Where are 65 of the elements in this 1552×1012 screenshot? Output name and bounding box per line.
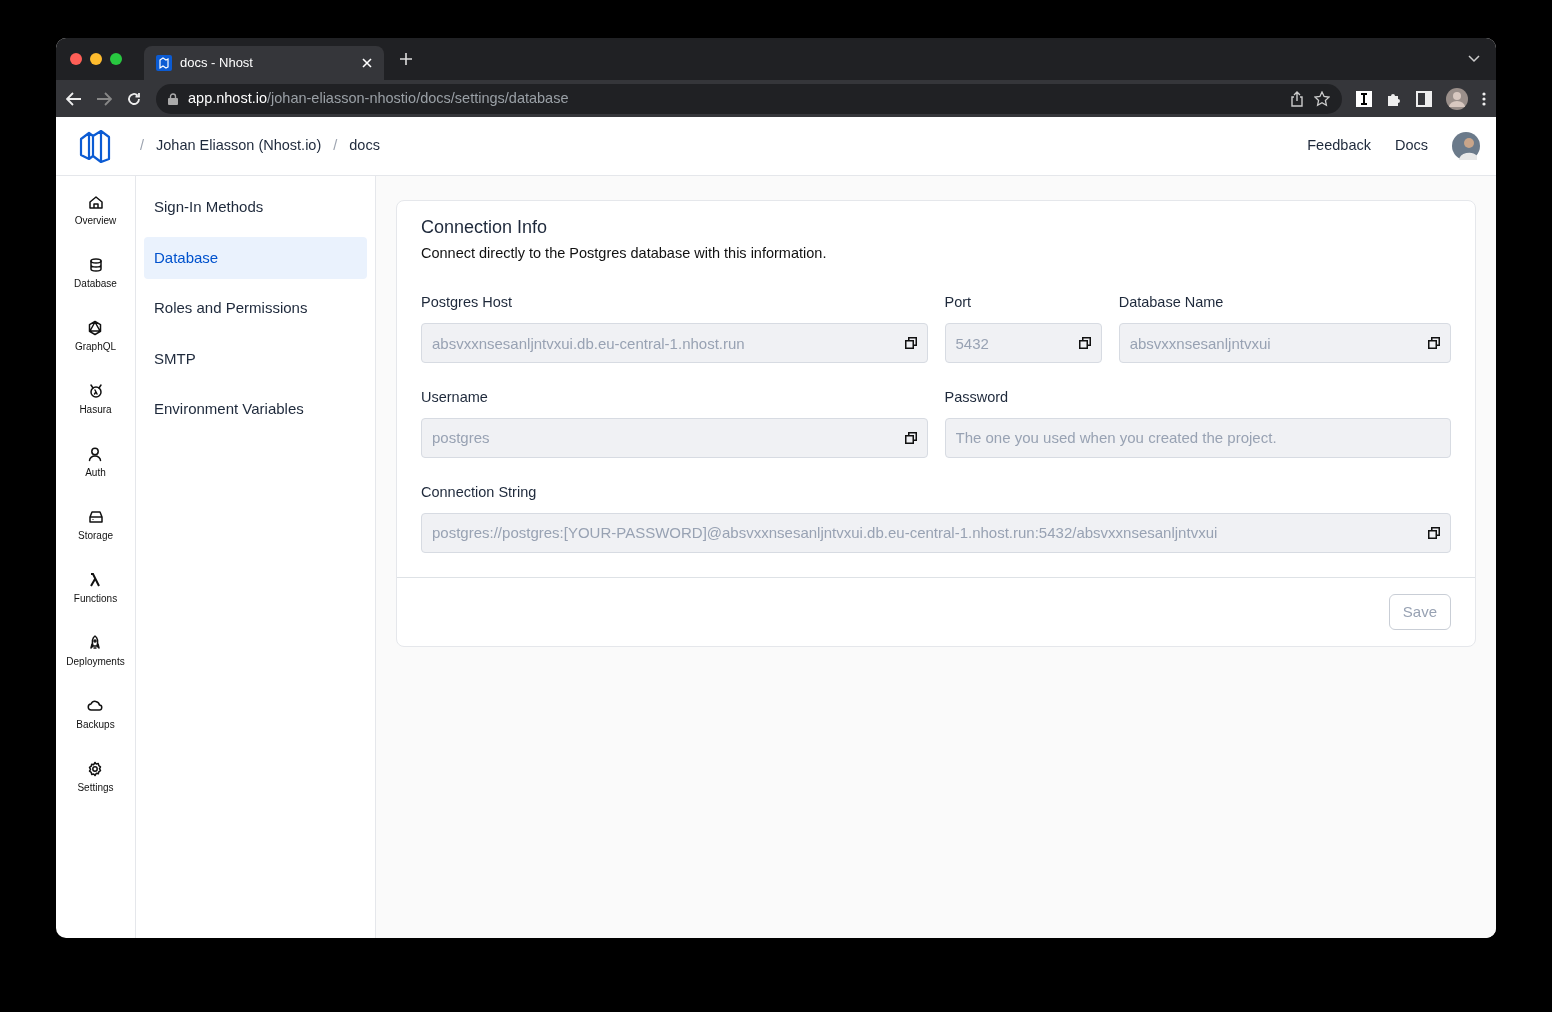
reload-icon[interactable] <box>126 90 142 107</box>
new-tab-icon[interactable] <box>400 53 412 65</box>
menu-icon[interactable] <box>1482 91 1486 106</box>
field-label: Database Name <box>1118 293 1225 313</box>
field-label: Postgres Host <box>421 293 514 313</box>
nav-item[interactable]: Backups <box>76 698 115 761</box>
share-icon[interactable] <box>1290 90 1304 107</box>
card-description: Connect directly to the Postgres database with this information. <box>421 243 828 263</box>
extension-icon[interactable] <box>1356 90 1372 107</box>
breadcrumb-link[interactable]: docs <box>349 135 380 157</box>
settings-menu-item[interactable]: Roles and Permissions <box>144 287 367 330</box>
nav-item[interactable]: Overview <box>74 194 117 257</box>
url-text: app.nhost.io/johan-eliasson-nhostio/docs/settings/database <box>188 88 570 108</box>
field-label: Password <box>944 388 1010 408</box>
database-icon <box>87 257 104 273</box>
settings-menu-item[interactable]: Database <box>144 236 367 279</box>
copy-icon <box>1078 337 1091 350</box>
nav-item[interactable]: Deployments <box>66 635 125 698</box>
breadcrumb-separator: / <box>140 136 145 156</box>
tab-title: docs - Nhost <box>180 54 254 73</box>
copy-icon <box>1428 526 1440 539</box>
star-icon[interactable] <box>1314 90 1330 107</box>
hasura-icon <box>87 383 104 399</box>
profile-avatar[interactable] <box>1446 87 1468 110</box>
field-label: Port <box>944 293 973 313</box>
minimize-light[interactable] <box>90 53 102 65</box>
cloud-icon <box>87 698 104 714</box>
logo-icon <box>156 55 172 71</box>
graphql-icon <box>87 320 104 336</box>
user-avatar[interactable] <box>1452 132 1480 160</box>
address-bar[interactable]: app.nhost.io/johan-eliasson-nhostio/docs/settings/database <box>156 83 1342 114</box>
forward-icon[interactable] <box>96 91 112 106</box>
nav-item[interactable]: GraphQL <box>74 320 117 383</box>
card-title: Connection Info <box>421 217 549 239</box>
settings-icon <box>87 761 104 777</box>
logo-icon[interactable] <box>78 129 112 163</box>
nav-item[interactable]: Auth <box>85 446 106 509</box>
header-link[interactable]: Feedback <box>1307 135 1371 157</box>
drive-icon <box>87 509 104 525</box>
nav-item[interactable]: Functions <box>73 572 118 635</box>
field-label: Connection String <box>421 482 538 502</box>
zoom-light[interactable] <box>110 53 122 65</box>
lock-icon <box>168 92 178 105</box>
close-icon[interactable] <box>362 58 372 68</box>
sidebar-icon[interactable] <box>1416 90 1432 107</box>
home-icon <box>87 194 104 210</box>
settings-menu-item[interactable]: Environment Variables <box>144 388 367 431</box>
close-light[interactable] <box>70 53 82 65</box>
copy-icon <box>904 431 917 444</box>
settings-menu-item[interactable]: Sign-In Methods <box>144 186 367 229</box>
chevron-down-icon[interactable] <box>1468 55 1480 63</box>
browser-tab[interactable]: docs - Nhost <box>144 46 384 80</box>
copy-icon <box>1428 337 1440 350</box>
back-icon[interactable] <box>66 91 82 106</box>
nav-item[interactable]: Database <box>74 257 117 320</box>
nav-item[interactable]: Hasura <box>79 383 112 446</box>
nav-item[interactable]: Settings <box>77 761 114 824</box>
breadcrumb-separator: / <box>333 136 338 156</box>
nav-item[interactable]: Storage <box>78 509 113 572</box>
copy-icon <box>904 337 917 350</box>
field-label: Username <box>421 388 489 408</box>
breadcrumb-link[interactable]: Johan Eliasson (Nhost.io) <box>156 135 322 157</box>
settings-menu-item[interactable]: SMTP <box>144 337 367 380</box>
user-icon <box>87 446 104 462</box>
header-link[interactable]: Docs <box>1394 135 1428 157</box>
